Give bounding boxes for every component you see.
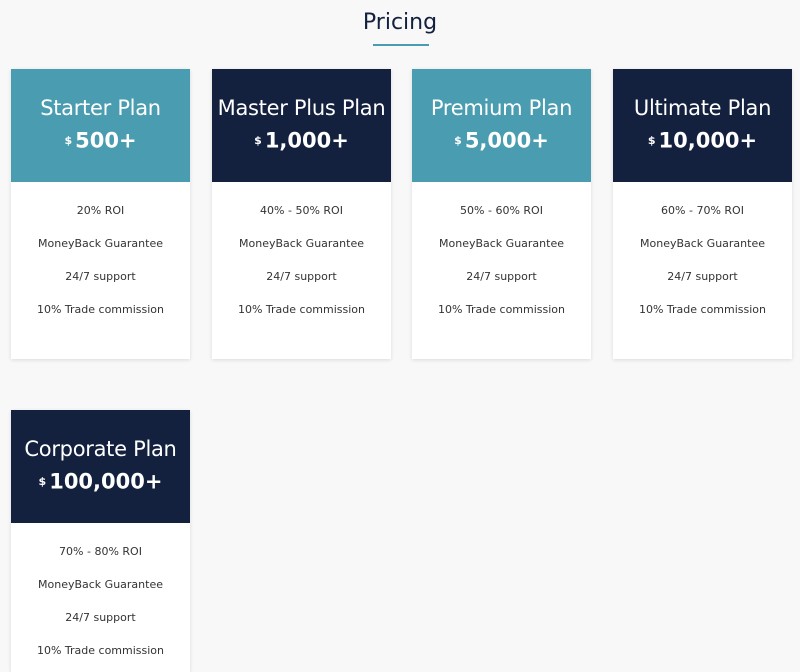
feature-roi: 60% - 70% ROI <box>661 204 744 217</box>
plan-name: Corporate Plan <box>24 437 177 461</box>
plan-card-ultimate[interactable]: Ultimate Plan $10,000+ 60% - 70% ROI Mon… <box>613 69 792 359</box>
plan-price: $1,000+ <box>212 127 391 154</box>
plan-features: 70% - 80% ROI MoneyBack Guarantee 24/7 s… <box>11 523 190 672</box>
plan-card-header: Master Plus Plan $1,000+ <box>212 69 391 182</box>
currency-symbol: $ <box>64 133 73 147</box>
feature-commission: 10% Trade commission <box>437 303 566 316</box>
plan-name: Starter Plan <box>40 96 161 120</box>
plan-features: 20% ROI MoneyBack Guarantee 24/7 support… <box>11 182 190 336</box>
feature-roi: 50% - 60% ROI <box>460 204 543 217</box>
plan-features: 60% - 70% ROI MoneyBack Guarantee 24/7 s… <box>613 182 792 336</box>
plan-name: Ultimate Plan <box>633 96 772 120</box>
feature-guarantee: MoneyBack Guarantee <box>439 237 564 250</box>
feature-support: 24/7 support <box>667 270 738 283</box>
plan-price: $10,000+ <box>613 127 792 154</box>
plan-card-master-plus[interactable]: Master Plus Plan $1,000+ 40% - 50% ROI M… <box>212 69 391 359</box>
feature-roi: 40% - 50% ROI <box>260 204 343 217</box>
currency-symbol: $ <box>38 474 47 488</box>
feature-guarantee: MoneyBack Guarantee <box>38 237 163 250</box>
feature-commission: 10% Trade commission <box>36 644 165 657</box>
feature-support: 24/7 support <box>65 611 136 624</box>
plan-price: $5,000+ <box>412 127 591 154</box>
plan-card-header: Premium Plan $5,000+ <box>412 69 591 182</box>
plan-card-corporate[interactable]: Corporate Plan $100,000+ 70% - 80% ROI M… <box>11 410 190 672</box>
plan-card-starter[interactable]: Starter Plan $500+ 20% ROI MoneyBack Gua… <box>11 69 190 359</box>
currency-symbol: $ <box>254 133 262 147</box>
feature-commission: 10% Trade commission <box>638 303 767 316</box>
currency-symbol: $ <box>647 133 656 147</box>
plan-price: $100,000+ <box>11 468 190 495</box>
plan-card-header: Starter Plan $500+ <box>11 69 190 182</box>
plan-amount: 10,000+ <box>658 128 758 153</box>
feature-commission: 10% Trade commission <box>36 303 165 316</box>
plan-name: Premium Plan <box>430 96 573 120</box>
plan-name: Master Plus Plan <box>217 96 386 120</box>
plan-amount: 5,000+ <box>464 128 549 153</box>
feature-support: 24/7 support <box>65 270 136 283</box>
plan-price: $500+ <box>11 127 190 154</box>
feature-commission: 10% Trade commission <box>237 303 366 316</box>
plan-amount: 500+ <box>75 128 137 153</box>
feature-roi: 20% ROI <box>76 204 125 217</box>
feature-guarantee: MoneyBack Guarantee <box>640 237 765 250</box>
feature-guarantee: MoneyBack Guarantee <box>239 237 364 250</box>
feature-guarantee: MoneyBack Guarantee <box>38 578 163 591</box>
page-title: Pricing <box>362 10 438 35</box>
plan-card-header: Ultimate Plan $10,000+ <box>613 69 792 182</box>
plan-card-header: Corporate Plan $100,000+ <box>11 410 190 523</box>
title-underline <box>373 44 429 46</box>
feature-support: 24/7 support <box>266 270 337 283</box>
feature-support: 24/7 support <box>466 270 537 283</box>
plan-card-premium[interactable]: Premium Plan $5,000+ 50% - 60% ROI Money… <box>412 69 591 359</box>
plan-amount: 100,000+ <box>49 469 163 494</box>
feature-roi: 70% - 80% ROI <box>59 545 142 558</box>
plan-features: 50% - 60% ROI MoneyBack Guarantee 24/7 s… <box>412 182 591 336</box>
plan-amount: 1,000+ <box>264 128 349 153</box>
plan-features: 40% - 50% ROI MoneyBack Guarantee 24/7 s… <box>212 182 391 336</box>
currency-symbol: $ <box>454 133 462 147</box>
